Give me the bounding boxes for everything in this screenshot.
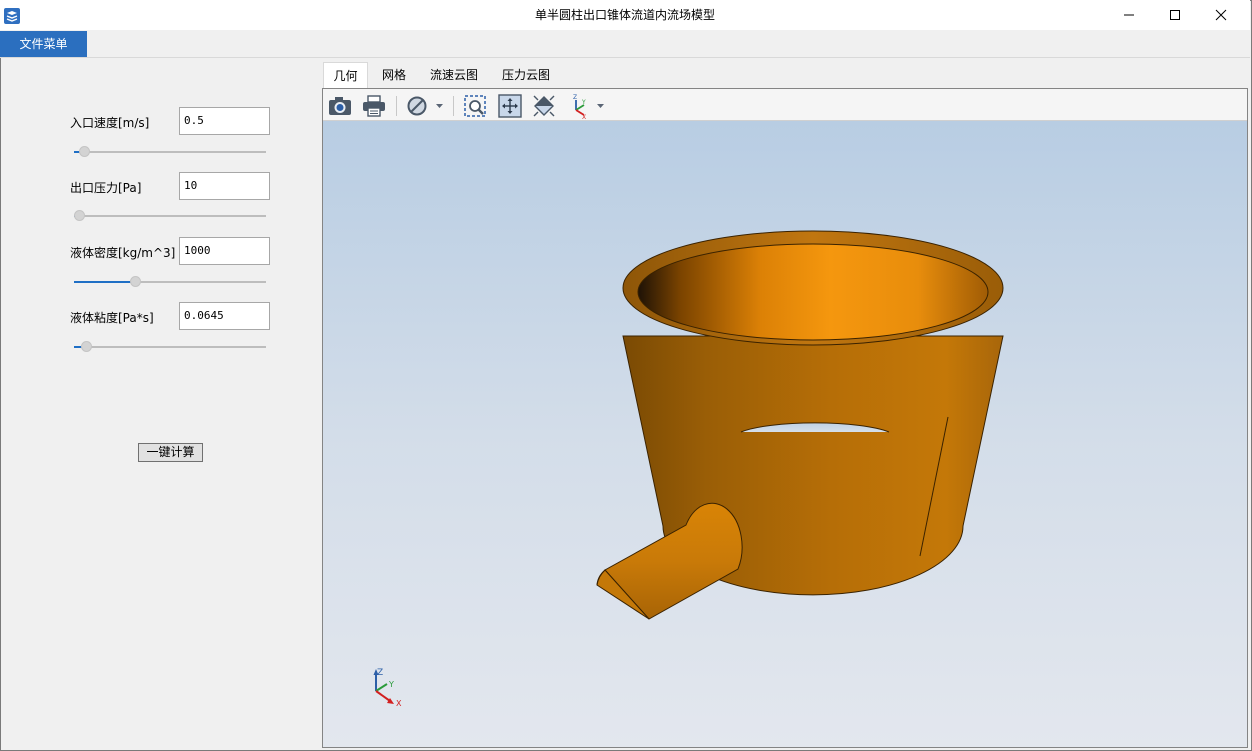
cone-channel-model: Z Y X bbox=[373, 230, 1004, 708]
slider-thumb[interactable] bbox=[130, 276, 141, 287]
fluid-density-slider[interactable] bbox=[74, 276, 266, 288]
3d-viewport[interactable]: Z Y X bbox=[323, 121, 1247, 747]
title-bar: 单半圆柱出口锥体流道内流场模型 bbox=[0, 0, 1250, 30]
axis-y-label: Y bbox=[388, 680, 394, 689]
svg-text:X: X bbox=[582, 114, 586, 119]
slider-track bbox=[74, 346, 266, 348]
outlet-pressure-slider[interactable] bbox=[74, 210, 266, 222]
axis-x-label: X bbox=[396, 699, 402, 708]
maximize-icon bbox=[1170, 10, 1180, 20]
display-mode-icon bbox=[407, 96, 443, 116]
menu-bar bbox=[0, 30, 1250, 57]
inlet-velocity-label: 入口速度[m/s] bbox=[70, 116, 150, 130]
view-orientation-icon bbox=[533, 95, 555, 117]
slider-fill bbox=[74, 281, 135, 283]
inlet-velocity-slider[interactable] bbox=[74, 146, 266, 158]
tab-pressure-contour[interactable]: 压力云图 bbox=[492, 62, 560, 88]
print-button[interactable] bbox=[361, 93, 387, 119]
camera-icon bbox=[329, 97, 351, 115]
axes-icon: Z Y X bbox=[573, 94, 604, 119]
app-icon bbox=[4, 8, 20, 24]
fluid-density-label: 液体密度[kg/m^3] bbox=[70, 246, 176, 260]
fluid-viscosity-input[interactable]: 0.0645 bbox=[179, 302, 270, 330]
tab-velocity-contour[interactable]: 流速云图 bbox=[420, 62, 488, 88]
outlet-pressure-input[interactable]: 10 bbox=[179, 172, 270, 200]
fluid-viscosity-slider[interactable] bbox=[74, 341, 266, 353]
maximize-button[interactable] bbox=[1152, 0, 1198, 30]
axis-z-label: Z bbox=[377, 668, 383, 678]
slider-thumb[interactable] bbox=[79, 146, 90, 157]
slider-thumb[interactable] bbox=[81, 341, 92, 352]
display-mode-button[interactable] bbox=[405, 93, 445, 119]
svg-text:Z: Z bbox=[573, 94, 577, 101]
fit-all-icon bbox=[498, 94, 522, 118]
svg-text:Y: Y bbox=[581, 99, 586, 106]
close-icon bbox=[1215, 9, 1227, 21]
print-icon bbox=[363, 95, 385, 117]
slider-track bbox=[74, 215, 266, 217]
slider-thumb[interactable] bbox=[74, 210, 85, 221]
toolbar-separator bbox=[396, 96, 397, 116]
calculate-button[interactable]: 一键计算 bbox=[138, 443, 203, 462]
minimize-button[interactable] bbox=[1106, 0, 1152, 30]
axes-dropdown-button[interactable]: Z Y X bbox=[566, 93, 606, 119]
minimize-icon bbox=[1124, 14, 1134, 16]
inlet-velocity-input[interactable]: 0.5 bbox=[179, 107, 270, 135]
zoom-window-icon bbox=[464, 95, 486, 117]
tab-geometry[interactable]: 几何 bbox=[323, 62, 368, 88]
close-button[interactable] bbox=[1198, 0, 1244, 30]
outlet-pressure-label: 出口压力[Pa] bbox=[70, 181, 142, 195]
window-title: 单半圆柱出口锥体流道内流场模型 bbox=[534, 8, 715, 22]
snapshot-button[interactable] bbox=[327, 93, 353, 119]
file-menu[interactable]: 文件菜单 bbox=[0, 31, 87, 57]
slider-track bbox=[74, 151, 266, 153]
fit-all-button[interactable] bbox=[497, 93, 523, 119]
fluid-viscosity-label: 液体粘度[Pa*s] bbox=[70, 311, 154, 325]
tab-mesh[interactable]: 网格 bbox=[370, 62, 418, 88]
zoom-window-button[interactable] bbox=[462, 93, 488, 119]
menu-divider bbox=[0, 57, 1250, 58]
fluid-density-input[interactable]: 1000 bbox=[179, 237, 270, 265]
view-orientation-button[interactable] bbox=[531, 93, 557, 119]
toolbar-separator bbox=[453, 96, 454, 116]
